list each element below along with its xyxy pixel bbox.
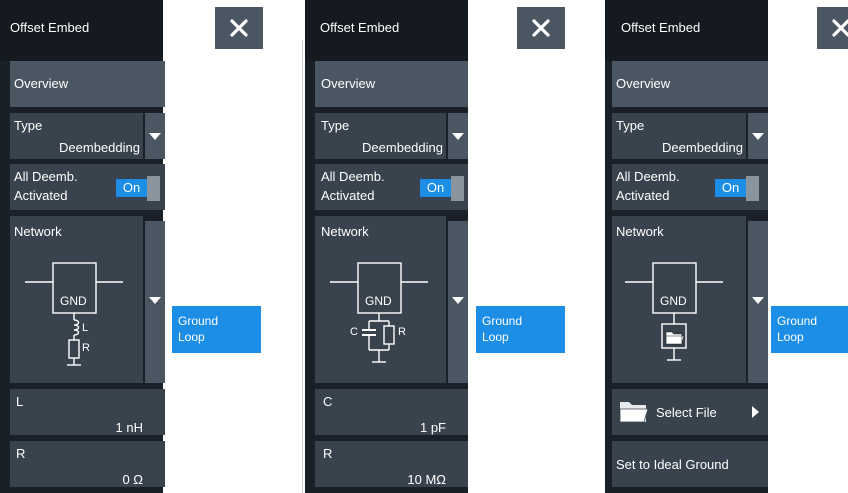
overview-label: Overview [14, 76, 69, 91]
r-field[interactable]: R 0 Ω [10, 441, 165, 487]
panel-title: Offset Embed [320, 20, 400, 35]
type-label: Type [14, 118, 43, 133]
close-icon [532, 19, 550, 37]
type-dropdown-button[interactable] [448, 113, 468, 159]
panel-title: Offset Embed [10, 20, 90, 35]
panel-title: Offset Embed [621, 20, 701, 35]
schematic-r-label: R [398, 326, 406, 338]
panel-divider [302, 40, 303, 493]
schematic-l-label: L [82, 322, 89, 334]
r-field-value: 10 MΩ [407, 472, 446, 487]
close-button[interactable] [215, 7, 263, 49]
all-deemb-label-2: Activated [321, 188, 375, 203]
all-deemb-label-1: All Deemb. [321, 169, 385, 184]
right-arrow-icon [752, 406, 759, 418]
schematic-c-label: C [350, 326, 358, 338]
folder-icon [619, 402, 649, 423]
c-field-label: C [323, 394, 333, 409]
l-field-value: 1 nH [115, 420, 143, 435]
c-field-value: 1 pF [419, 420, 446, 435]
overview-button[interactable]: Overview [315, 61, 468, 107]
toggle-knob[interactable] [451, 176, 464, 201]
type-label: Type [616, 118, 645, 133]
ground-loop-label-2: Loop [777, 330, 804, 344]
close-button[interactable] [817, 7, 848, 49]
set-ideal-ground-button[interactable]: Set to Ideal Ground [612, 441, 768, 487]
title-bar: Offset Embed [305, 0, 468, 61]
type-value: Deembedding [662, 140, 743, 155]
offset-embed-panel-2: Offset Embed Overview Type Deembedding A… [305, 0, 565, 493]
offset-embed-panel-1: Offset Embed Overview Type Deembedding A… [0, 0, 263, 493]
close-button[interactable] [517, 7, 565, 49]
dropdown-arrow-icon [149, 297, 161, 304]
select-file-button[interactable]: Select File [612, 389, 768, 435]
all-deemb-label-1: All Deemb. [616, 169, 680, 184]
overview-label: Overview [321, 76, 376, 91]
overview-button[interactable]: Overview [10, 61, 165, 107]
all-deemb-label-2: Activated [616, 188, 670, 203]
folder-icon [665, 331, 685, 345]
ground-loop-option[interactable]: Ground Loop [771, 306, 848, 353]
r-field-label: R [16, 446, 26, 461]
network-label: Network [14, 224, 62, 239]
r-field-label: R [323, 446, 333, 461]
network-label: Network [616, 224, 664, 239]
type-dropdown-button[interactable] [748, 113, 768, 159]
all-deemb-label-2: Activated [14, 188, 68, 203]
network-schematic [625, 262, 723, 361]
set-ideal-ground-label: Set to Ideal Ground [616, 457, 729, 472]
dropdown-arrow-icon [452, 297, 464, 304]
ground-loop-label-2: Loop [482, 330, 509, 344]
network-schematic [330, 262, 428, 363]
gnd-label: GND [660, 294, 687, 308]
gnd-label: GND [60, 294, 87, 308]
type-dropdown[interactable]: Type Deembedding [10, 113, 143, 159]
all-deemb-toggle[interactable]: On [116, 179, 147, 197]
all-deemb-label-1: All Deemb. [14, 169, 78, 184]
network-dropdown-button[interactable] [145, 221, 165, 383]
dropdown-arrow-icon [149, 133, 161, 140]
title-bar: Offset Embed [605, 0, 768, 61]
network-label: Network [321, 224, 369, 239]
schematic-r-label: R [82, 342, 90, 354]
type-value: Deembedding [59, 140, 140, 155]
dropdown-arrow-icon [452, 133, 464, 140]
ground-loop-option[interactable]: Ground Loop [476, 306, 565, 353]
type-dropdown[interactable]: Type Deembedding [612, 113, 746, 159]
network-dropdown-button[interactable] [448, 221, 468, 383]
network-schematic [25, 262, 123, 366]
network-dropdown-button[interactable] [748, 221, 768, 383]
close-icon [832, 19, 848, 37]
overview-button[interactable]: Overview [612, 61, 768, 107]
ground-loop-label-1: Ground [178, 314, 219, 328]
all-deemb-toggle[interactable]: On [715, 179, 746, 197]
r-field[interactable]: R 10 MΩ [315, 441, 468, 487]
offset-embed-panel-3: Offset Embed Overview Type Deembedding A… [605, 0, 848, 493]
all-deemb-toggle[interactable]: On [420, 179, 451, 197]
l-field[interactable]: L 1 nH [10, 389, 165, 435]
toggle-knob[interactable] [147, 176, 160, 201]
title-bar: Offset Embed [0, 0, 163, 61]
select-file-label: Select File [656, 405, 717, 420]
close-icon [230, 19, 248, 37]
ground-loop-label-1: Ground [482, 314, 523, 328]
ground-loop-label-2: Loop [178, 330, 205, 344]
toggle-knob[interactable] [746, 176, 759, 201]
r-field-value: 0 Ω [122, 472, 143, 487]
type-label: Type [321, 118, 350, 133]
dropdown-arrow-icon [752, 297, 764, 304]
dropdown-arrow-icon [752, 133, 764, 140]
type-value: Deembedding [362, 140, 443, 155]
type-dropdown[interactable]: Type Deembedding [315, 113, 446, 159]
l-field-label: L [16, 394, 24, 409]
c-field[interactable]: C 1 pF [315, 389, 468, 435]
overview-label: Overview [616, 76, 671, 91]
ground-loop-label-1: Ground [777, 314, 818, 328]
type-dropdown-button[interactable] [145, 113, 165, 159]
gnd-label: GND [365, 294, 392, 308]
ground-loop-option[interactable]: Ground Loop [172, 306, 261, 353]
